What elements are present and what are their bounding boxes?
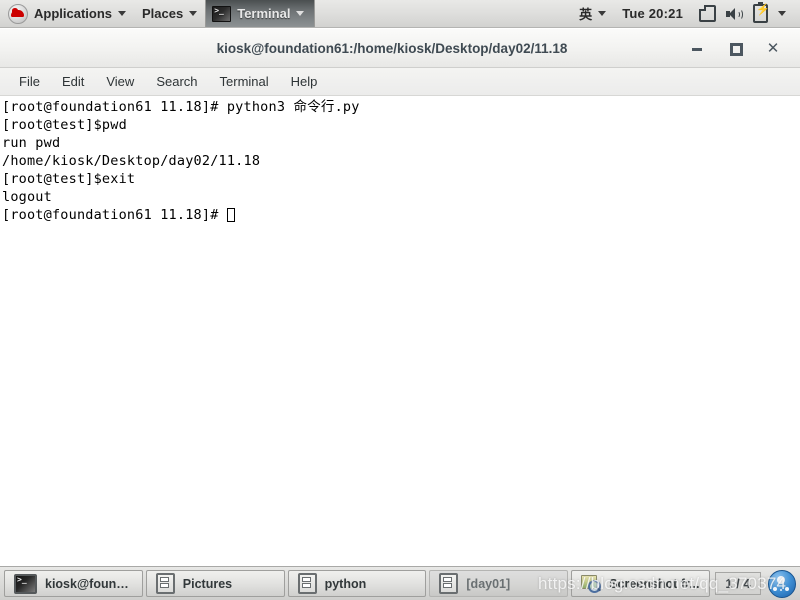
taskbar-item-label: Pictures [182, 576, 233, 591]
taskbar-item-label: Screenshot fr... [609, 576, 700, 591]
terminal-output-area[interactable]: [root@foundation61 11.18]# python3 命令行.p… [0, 96, 800, 566]
clock-label: Tue 20:21 [622, 6, 683, 21]
menu-help[interactable]: Help [280, 71, 329, 92]
terminal-prompt: [root@foundation61 11.18]# [2, 207, 227, 223]
menu-view[interactable]: View [95, 71, 145, 92]
taskbar-item-screenshot[interactable]: Screenshot fr... [571, 570, 710, 597]
input-method-indicator[interactable]: 英 [571, 0, 614, 27]
places-menu-label: Places [142, 6, 184, 21]
applications-menu[interactable]: Applications [0, 0, 134, 27]
terminal-cursor [226, 208, 235, 222]
terminal-window: kiosk@foundation61:/home/kiosk/Desktop/d… [0, 29, 800, 566]
chevron-down-icon [118, 11, 127, 16]
taskbar-item-python[interactable]: python [287, 570, 427, 597]
terminal-line: [root@test]$pwd [2, 117, 127, 133]
terminal-line: [root@test]$exit [2, 171, 136, 187]
taskbar: kiosk@founda... Pictures python [day01] … [0, 566, 800, 600]
taskbar-item-label: python [324, 576, 367, 591]
taskbar-item-pictures[interactable]: Pictures [145, 570, 285, 597]
maximize-button[interactable] [726, 39, 744, 57]
taskbar-item-label: kiosk@founda... [45, 576, 133, 591]
volume-icon[interactable] [726, 7, 743, 21]
files-icon [297, 573, 317, 594]
taskbar-item-terminal[interactable]: kiosk@founda... [4, 570, 143, 597]
display-icon[interactable] [699, 5, 716, 22]
panel-window-item-terminal[interactable]: Terminal [205, 0, 316, 27]
chevron-down-icon [598, 11, 607, 16]
battery-icon[interactable] [753, 2, 770, 23]
files-icon [155, 573, 175, 594]
places-menu[interactable]: Places [134, 0, 205, 27]
applications-menu-label: Applications [34, 6, 113, 21]
desktop-screen: Applications Places Terminal 英 Tue 20:21 [0, 0, 800, 600]
terminal-icon [14, 573, 37, 594]
terminal-line: [root@foundation61 11.18]# python3 命令行.p… [2, 99, 360, 115]
taskbar-item-day01[interactable]: [day01] [429, 570, 569, 597]
terminal-prompt-line: [root@foundation61 11.18]# [2, 206, 800, 224]
terminal-line: run pwd [2, 135, 61, 151]
window-title: kiosk@foundation61:/home/kiosk/Desktop/d… [216, 40, 568, 56]
terminal-line: logout [2, 189, 52, 205]
menubar: File Edit View Search Terminal Help [0, 68, 800, 96]
menu-edit[interactable]: Edit [51, 71, 95, 92]
window-titlebar[interactable]: kiosk@foundation61:/home/kiosk/Desktop/d… [0, 29, 800, 68]
workspace-switcher[interactable]: 1 / 4 [714, 572, 761, 595]
screenshot-icon [581, 575, 602, 593]
files-icon [439, 573, 459, 594]
clock[interactable]: Tue 20:21 [614, 0, 691, 27]
chevron-down-icon [189, 11, 198, 16]
top-panel: Applications Places Terminal 英 Tue 20:21 [0, 0, 800, 28]
terminal-icon [212, 5, 232, 22]
terminal-line: /home/kiosk/Desktop/day02/11.18 [2, 153, 261, 169]
chevron-down-icon[interactable] [778, 11, 786, 16]
input-method-label: 英 [579, 7, 593, 22]
minimize-button[interactable] [688, 39, 706, 57]
taskbar-item-label: [day01] [466, 576, 511, 591]
panel-window-item-label: Terminal [237, 6, 291, 21]
close-button[interactable]: ✕ [764, 39, 782, 57]
window-controls: ✕ [688, 39, 800, 57]
menu-file[interactable]: File [8, 71, 51, 92]
show-desktop-button[interactable] [767, 569, 796, 598]
menu-terminal[interactable]: Terminal [209, 71, 280, 92]
redhat-logo-icon [8, 3, 28, 24]
menu-search[interactable]: Search [145, 71, 208, 92]
system-status-area[interactable] [691, 0, 800, 27]
chevron-down-icon [296, 11, 305, 16]
